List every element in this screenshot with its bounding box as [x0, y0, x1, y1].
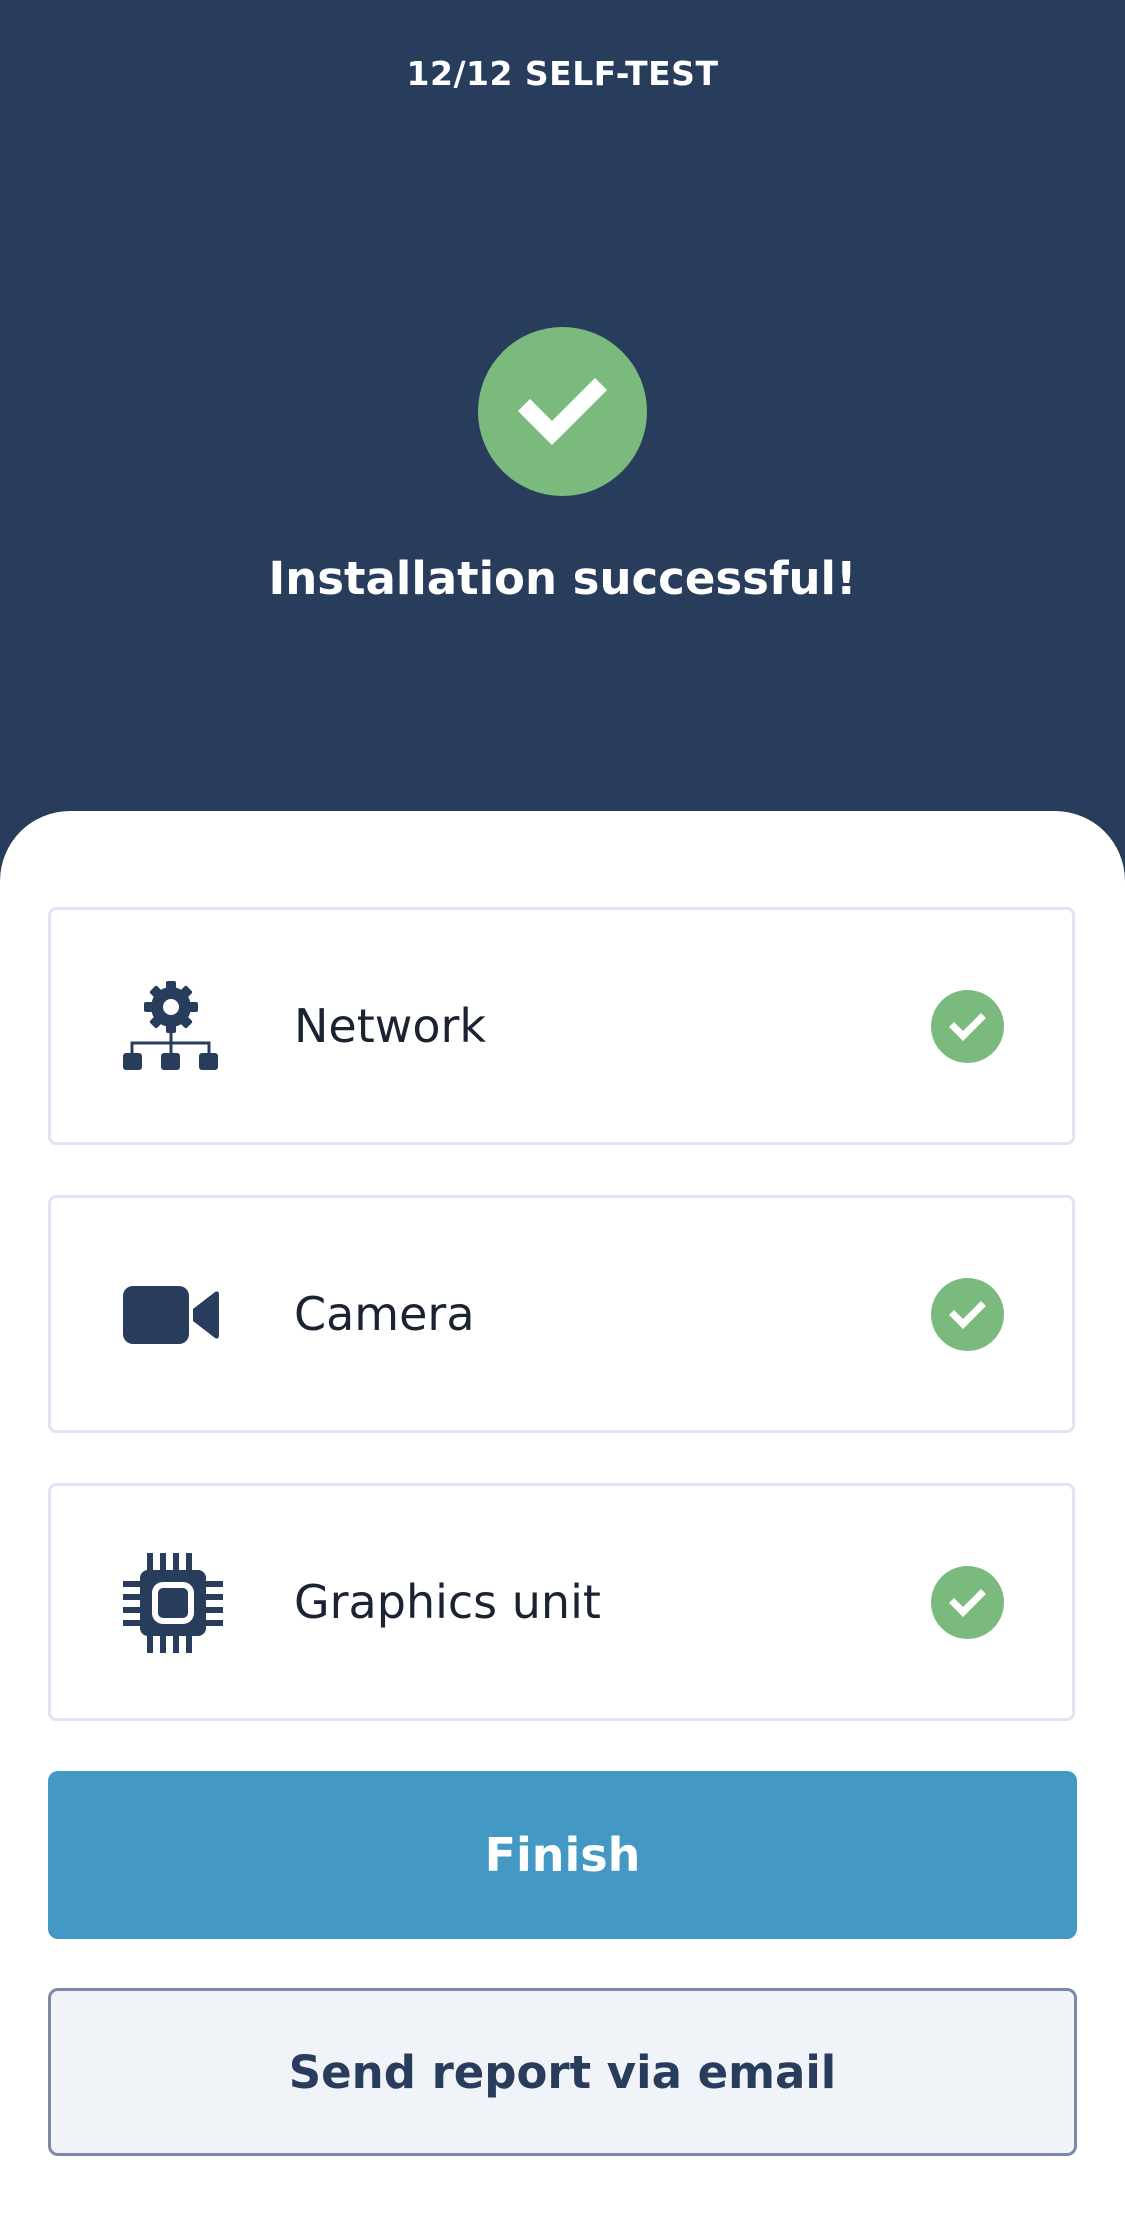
success-title: Installation successful!	[268, 552, 857, 605]
self-test-screen: 12/12 SELF-TEST Installation successful!	[0, 0, 1125, 2218]
check-label-network: Network	[294, 999, 487, 1053]
check-icon	[478, 327, 647, 496]
video-camera-icon	[123, 1265, 223, 1365]
check-item-camera: Camera	[48, 1195, 1075, 1433]
check-passed-icon	[931, 990, 1004, 1063]
check-item-network: Network	[48, 907, 1075, 1145]
check-passed-icon	[931, 1566, 1004, 1639]
network-gear-icon	[123, 977, 223, 1077]
check-item-graphics-unit: Graphics unit	[48, 1483, 1075, 1721]
step-title: 12/12 SELF-TEST	[406, 54, 719, 93]
chip-icon	[123, 1553, 223, 1653]
check-label-graphics-unit: Graphics unit	[294, 1575, 601, 1629]
check-label-camera: Camera	[294, 1287, 475, 1341]
check-passed-icon	[931, 1278, 1004, 1351]
finish-button[interactable]: Finish	[48, 1771, 1077, 1939]
send-report-email-button[interactable]: Send report via email	[48, 1988, 1077, 2156]
header: 12/12 SELF-TEST Installation successful!	[0, 0, 1125, 900]
